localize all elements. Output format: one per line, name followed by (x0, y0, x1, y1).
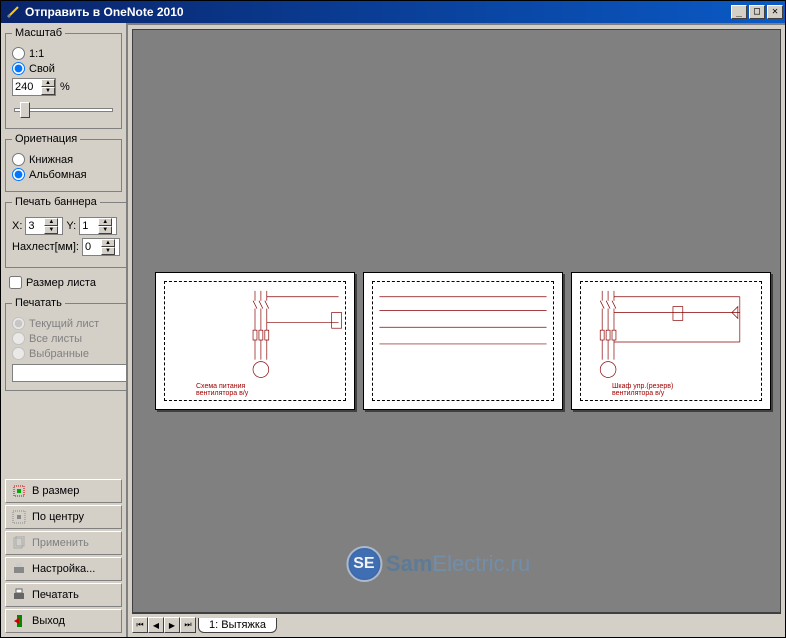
x-label: X: (12, 220, 22, 232)
print-all-radio (12, 332, 25, 345)
overlap-label: Нахлест[мм]: (12, 241, 79, 253)
fit-button[interactable]: В размер (5, 479, 122, 503)
scale-1to1-label: 1:1 (29, 48, 44, 60)
titlebar: Отправить в OneNote 2010 _ □ ✕ (1, 1, 785, 23)
close-button[interactable]: ✕ (767, 5, 783, 19)
page-caption: Схема питаниявентилятора в/у (196, 383, 248, 397)
tab-next-button[interactable]: ▶ (164, 617, 180, 633)
printer-icon (11, 587, 27, 603)
preview-pages: Схема питаниявентилятора в/у (155, 272, 771, 410)
orientation-group: Ориетнация Книжная Альбомная (5, 133, 122, 192)
landscape-label: Альбомная (29, 169, 87, 181)
exit-button[interactable]: Выход (5, 609, 122, 633)
percent-label: % (60, 81, 70, 93)
window-buttons: _ □ ✕ (731, 5, 783, 19)
print-all-label: Все листы (29, 333, 82, 345)
app-window: Отправить в OneNote 2010 _ □ ✕ Масштаб 1… (0, 0, 786, 638)
y-input[interactable] (80, 218, 98, 234)
settings-button[interactable]: Настройка... (5, 557, 122, 581)
app-icon (5, 4, 21, 20)
printer-settings-icon (11, 561, 27, 577)
preview-area: ? (126, 23, 785, 637)
tab-first-button[interactable]: ⏮ (132, 617, 148, 633)
landscape-radio[interactable] (12, 168, 25, 181)
tab-prev-button[interactable]: ◀ (148, 617, 164, 633)
exit-icon (11, 613, 27, 629)
print-legend: Печатать (12, 297, 65, 309)
x-spinner[interactable]: ▲▼ (25, 217, 63, 235)
minimize-button[interactable]: _ (731, 5, 747, 19)
apply-icon (11, 535, 27, 551)
y-label: Y: (66, 220, 76, 232)
orientation-legend: Ориетнация (12, 133, 80, 145)
scale-value-spinner[interactable]: ▲▼ (12, 78, 56, 96)
print-current-label: Текущий лист (29, 318, 99, 330)
tab-1[interactable]: 1: Вытяжка (198, 618, 277, 633)
client-area: Масштаб 1:1 Свой ▲▼ % (1, 23, 785, 637)
portrait-radio[interactable] (12, 153, 25, 166)
scale-group: Масштаб 1:1 Свой ▲▼ % (5, 27, 122, 129)
scale-custom-radio[interactable] (12, 62, 25, 75)
sheet-size-checkbox[interactable] (9, 276, 22, 289)
portrait-label: Книжная (29, 154, 73, 166)
overlap-input[interactable] (83, 239, 101, 255)
tab-strip: ⏮ ◀ ▶ ⏭ 1: Вытяжка (132, 613, 781, 633)
banner-group: Печать баннера X: ▲▼ Y: ▲▼ Нахлест[мм]: (5, 196, 127, 268)
print-button[interactable]: Печатать (5, 583, 122, 607)
page-caption: Шкаф упр.(резерв)вентилятора в/у (612, 383, 673, 397)
tab-nav: ⏮ ◀ ▶ ⏭ (132, 617, 196, 633)
maximize-button[interactable]: □ (749, 5, 765, 19)
sidebar: Масштаб 1:1 Свой ▲▼ % (1, 23, 126, 637)
x-input[interactable] (26, 218, 44, 234)
sheet-size-label: Размер листа (26, 277, 96, 289)
print-selected-radio (12, 347, 25, 360)
print-current-radio (12, 317, 25, 330)
scale-custom-label: Свой (29, 63, 55, 75)
page-3: Шкаф упр.(резерв)вентилятора в/у (571, 272, 771, 410)
print-selected-label: Выбранные (29, 348, 89, 360)
spin-up[interactable]: ▲ (41, 79, 55, 87)
scale-1to1-radio[interactable] (12, 47, 25, 60)
page-2 (363, 272, 563, 410)
scale-slider[interactable] (12, 100, 115, 120)
window-title: Отправить в OneNote 2010 (25, 5, 731, 19)
y-spinner[interactable]: ▲▼ (79, 217, 117, 235)
fit-icon (11, 483, 27, 499)
spin-down[interactable]: ▼ (41, 87, 55, 95)
page-1: Схема питаниявентилятора в/у (155, 272, 355, 410)
banner-legend: Печать баннера (12, 196, 100, 208)
preview-canvas[interactable]: Схема питаниявентилятора в/у (132, 29, 781, 613)
center-button[interactable]: По центру (5, 505, 122, 529)
watermark: SE SamElectric.ru (346, 546, 530, 582)
tab-last-button[interactable]: ⏭ (180, 617, 196, 633)
scale-legend: Масштаб (12, 27, 65, 39)
watermark-badge-icon: SE (346, 546, 382, 582)
sidebar-toolbar: В размер По центру Применить Настройка..… (5, 479, 122, 633)
overlap-spinner[interactable]: ▲▼ (82, 238, 120, 256)
apply-button: Применить (5, 531, 122, 555)
center-icon (11, 509, 27, 525)
scale-value-input[interactable] (13, 79, 41, 95)
